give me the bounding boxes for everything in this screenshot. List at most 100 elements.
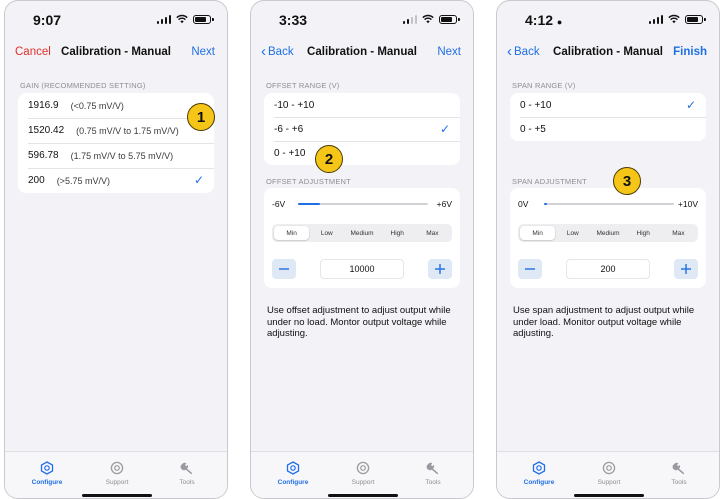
nav-bar: Cancel Calibration - Manual Next: [5, 37, 227, 67]
status-time: 3:33: [279, 12, 308, 28]
support-icon: [333, 461, 393, 475]
signal-icon: [648, 14, 663, 24]
segment-min[interactable]: Min: [274, 226, 310, 240]
status-time: 4:12 ●: [525, 12, 563, 28]
tab-configure[interactable]: Configure: [263, 461, 323, 486]
range-option-selected[interactable]: -6 - +6 ✓: [264, 117, 460, 141]
minus-icon: [525, 268, 535, 270]
checkmark-icon: ✓: [685, 98, 696, 112]
range-option[interactable]: -10 - +10: [264, 93, 460, 117]
support-icon: [87, 461, 147, 475]
gain-range: (0.75 mV/V to 1.75 mV/V): [76, 125, 179, 136]
configure-icon: [17, 461, 77, 475]
minus-icon: [279, 268, 289, 270]
next-button[interactable]: Next: [191, 46, 215, 58]
home-indicator: [328, 494, 398, 497]
decrement-button[interactable]: [518, 259, 542, 279]
nav-bar: ‹ Back Calibration - Manual Finish: [497, 37, 719, 67]
wifi-icon: [668, 14, 680, 24]
tab-bar: Configure Support Tools: [5, 451, 227, 498]
segment-medium[interactable]: Medium: [344, 226, 379, 240]
span-range-header: SPAN RANGE (V): [512, 81, 576, 90]
home-indicator: [574, 494, 644, 497]
wrench-icon: [157, 461, 217, 475]
gain-section-header: GAIN (RECOMMENDED SETTING): [20, 81, 146, 90]
gain-option[interactable]: 596.78 (1.75 mV/V to 5.75 mV/V): [18, 143, 214, 168]
gain-value: 596.78: [28, 150, 59, 161]
offset-stepper: 10000: [272, 259, 452, 279]
signal-icon: [402, 14, 417, 24]
segment-low[interactable]: Low: [309, 226, 344, 240]
segment-high[interactable]: High: [380, 226, 415, 240]
tab-tools[interactable]: Tools: [403, 461, 463, 486]
plus-icon: [681, 264, 691, 274]
wrench-icon: [649, 461, 709, 475]
segment-medium[interactable]: Medium: [590, 226, 625, 240]
segment-high[interactable]: High: [626, 226, 661, 240]
step-marker: 1: [187, 103, 215, 131]
gain-option[interactable]: 1520.42 (0.75 mV/V to 1.75 mV/V): [18, 118, 214, 143]
offset-range-list: -10 - +10 -6 - +6 ✓ 0 - +10: [264, 93, 460, 165]
span-slider[interactable]: 0V +10V: [518, 198, 698, 212]
gain-option-selected[interactable]: 200 (>5.75 mV/V) ✓: [18, 168, 214, 193]
span-range-list: 0 - +10 ✓ 0 - +5: [510, 93, 706, 141]
tab-tools[interactable]: Tools: [649, 461, 709, 486]
gain-range: (<0.75 mV/V): [70, 100, 124, 111]
status-bar: 9:07: [5, 1, 227, 37]
wrench-icon: [403, 461, 463, 475]
tab-tools[interactable]: Tools: [157, 461, 217, 486]
signal-icon: [156, 14, 171, 24]
slider-max-label: +10V: [677, 199, 698, 209]
span-help-text: Use span adjustment to adjust output whi…: [513, 305, 695, 339]
tab-bar: Configure Support Tools: [251, 451, 473, 498]
person-icon: ●: [556, 17, 563, 27]
step-size-segmented-control: Min Low Medium High Max: [518, 224, 698, 242]
offset-value-field[interactable]: 10000: [320, 259, 404, 279]
span-adjustment-header: SPAN ADJUSTMENT: [512, 177, 587, 186]
offset-adjustment-panel: -6V +6V Min Low Medium High Max 10000: [264, 188, 460, 288]
gain-range: (1.75 mV/V to 5.75 mV/V): [70, 150, 174, 161]
wifi-icon: [176, 14, 188, 24]
increment-button[interactable]: [674, 259, 698, 279]
slider-track: [298, 203, 428, 205]
battery-icon: [439, 14, 460, 24]
battery-icon: [685, 14, 706, 24]
offset-slider[interactable]: -6V +6V: [272, 198, 452, 212]
finish-button[interactable]: Finish: [673, 46, 707, 58]
span-adjustment-panel: 0V +10V Min Low Medium High Max 200: [510, 188, 706, 288]
checkmark-icon: ✓: [193, 173, 204, 187]
tab-support[interactable]: Support: [333, 461, 393, 486]
configure-icon: [509, 461, 569, 475]
support-icon: [579, 461, 639, 475]
slider-min-label: 0V: [518, 199, 529, 209]
segment-max[interactable]: Max: [661, 226, 696, 240]
range-option[interactable]: 0 - +10: [264, 141, 460, 165]
gain-value: 200: [28, 175, 45, 186]
tab-configure[interactable]: Configure: [17, 461, 77, 486]
wifi-icon: [422, 14, 434, 24]
range-option[interactable]: 0 - +5: [510, 117, 706, 141]
increment-button[interactable]: [428, 259, 452, 279]
battery-icon: [193, 14, 214, 24]
phone-screen-offset: 3:33 ‹ Back Calibration - Manual Next OFF…: [250, 0, 474, 499]
segment-min[interactable]: Min: [520, 226, 556, 240]
gain-value: 1916.9: [28, 100, 59, 111]
checkmark-icon: ✓: [439, 122, 450, 136]
range-option-selected[interactable]: 0 - +10 ✓: [510, 93, 706, 117]
tab-support[interactable]: Support: [87, 461, 147, 486]
next-button[interactable]: Next: [437, 46, 461, 58]
home-indicator: [82, 494, 152, 497]
tab-support[interactable]: Support: [579, 461, 639, 486]
step-marker: 2: [315, 145, 343, 173]
phone-screen-span: 4:12 ● ‹ Back Calibration - Manual Finish…: [496, 0, 720, 499]
status-time: 9:07: [33, 12, 62, 28]
decrement-button[interactable]: [272, 259, 296, 279]
slider-min-label: -6V: [272, 199, 286, 209]
tab-configure[interactable]: Configure: [509, 461, 569, 486]
gain-option[interactable]: 1916.9 (<0.75 mV/V): [18, 93, 214, 118]
slider-fill: [544, 203, 547, 205]
span-value-field[interactable]: 200: [566, 259, 650, 279]
gain-value: 1520.42: [28, 125, 65, 136]
segment-max[interactable]: Max: [415, 226, 450, 240]
segment-low[interactable]: Low: [555, 226, 590, 240]
